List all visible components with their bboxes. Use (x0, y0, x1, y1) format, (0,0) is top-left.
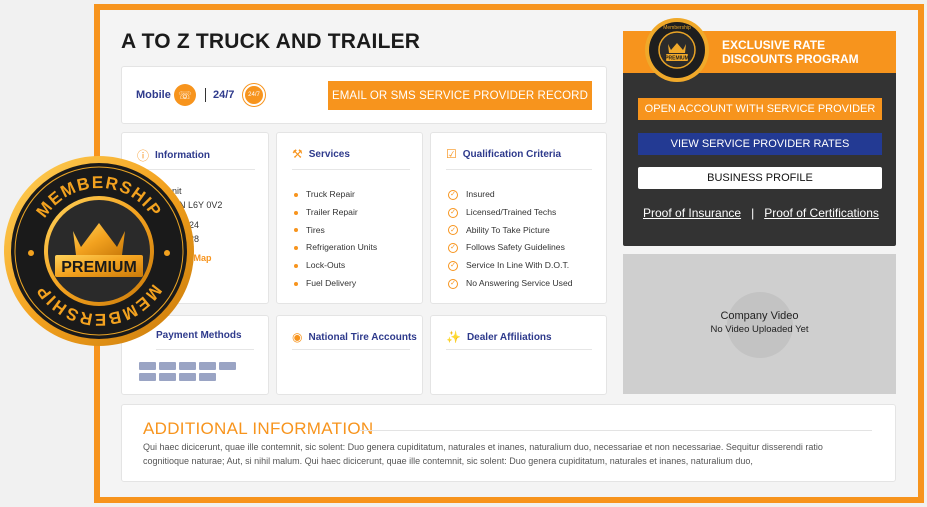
tires-title-text: National Tire Accounts (308, 331, 417, 343)
mastercard-icon (159, 362, 176, 370)
business-profile-button[interactable]: BUSINESS PROFILE (638, 167, 882, 189)
tires-title: ◉ National Tire Accounts (292, 330, 417, 344)
tire-icon: ◉ (292, 330, 303, 344)
dealer-affiliations-card: ✨ Dealer Affiliations (430, 315, 607, 395)
panel-title-line2: DISCOUNTS PROGRAM (722, 52, 859, 66)
additional-information-text: Qui haec dicicerunt, quae ille contemnit… (143, 442, 823, 466)
checklist-icon: ☑ (446, 147, 457, 161)
small-badge-premium-text: PREMIUM (665, 56, 689, 62)
list-item: ✓ Ability To Take Picture (448, 222, 573, 240)
contact-bar: Mobile ☏ 24/7 24/7 EMAIL OR SMS SERVICE … (121, 66, 607, 124)
list-item: ✓ Insured (448, 186, 573, 204)
services-title-text: Services (308, 148, 350, 160)
check-icon: ✓ (448, 189, 458, 200)
card-icon (199, 373, 216, 381)
proof-of-insurance-link[interactable]: Proof of Insurance (643, 206, 741, 220)
list-item: Tires (294, 222, 377, 240)
list-item: ✓ Licensed/Trained Techs (448, 204, 573, 222)
qualification-title-text: Qualification Criteria (462, 148, 562, 160)
underline (292, 349, 410, 350)
card-icon (179, 373, 196, 381)
underline (446, 349, 592, 350)
services-card: ⚒ Services Truck Repair Trailer Repair Ti… (276, 132, 423, 304)
list-item: ✓ No Answering Service Used (448, 275, 573, 293)
view-rates-button[interactable]: VIEW SERVICE PROVIDER RATES (638, 133, 882, 155)
list-item: Truck Repair (294, 186, 377, 204)
check-icon: ✓ (448, 225, 458, 236)
premium-membership-badge-icon: MEMBERSHIP MEMBERSHIP PREMIUM (4, 156, 194, 346)
hours-badge-icon: 24/7 (243, 84, 265, 106)
payment-card-logos (139, 362, 236, 381)
list-item: ✓ Service In Line With D.O.T. (448, 257, 573, 275)
video-status: No Video Uploaded Yet (710, 324, 809, 335)
list-item: Fuel Delivery (294, 275, 377, 293)
list-item: Trailer Repair (294, 204, 377, 222)
check-icon: ✓ (448, 243, 458, 254)
underline (292, 169, 410, 170)
title-rule (360, 430, 872, 431)
check-icon: ✓ (448, 278, 458, 289)
list-item: Refrigeration Units (294, 239, 377, 257)
list-item: Lock-Outs (294, 257, 377, 275)
card-icon (219, 362, 236, 370)
discover-icon (199, 362, 216, 370)
services-list: Truck Repair Trailer Repair Tires Refrig… (294, 186, 377, 293)
video-title: Company Video (720, 310, 799, 322)
amex-icon (179, 362, 196, 370)
proof-links: Proof of Insurance | Proof of Certificat… (643, 206, 879, 220)
list-item: ✓ Follows Safety Guidelines (448, 239, 573, 257)
mobile-label: Mobile (136, 89, 171, 101)
check-icon: ✓ (448, 261, 458, 272)
proof-of-certifications-link[interactable]: Proof of Certifications (764, 206, 879, 220)
national-tire-accounts-card: ◉ National Tire Accounts (276, 315, 423, 395)
qualification-list: ✓ Insured ✓ Licensed/Trained Techs ✓ Abilit… (448, 186, 573, 293)
additional-information-title: ADDITIONAL INFORMATION (143, 419, 374, 438)
underline (156, 349, 254, 350)
page-title: A TO Z TRUCK AND TRAILER (121, 30, 421, 53)
badge-premium-text: PREMIUM (61, 259, 137, 276)
handshake-icon: ✨ (446, 330, 461, 344)
visa-icon (139, 362, 156, 370)
dealer-title-text: Dealer Affiliations (466, 331, 552, 343)
card-icon (139, 373, 156, 381)
qualification-card: ☑ Qualification Criteria ✓ Insured ✓ Licens… (430, 132, 607, 304)
open-account-button[interactable]: OPEN ACCOUNT WITH SERVICE PROVIDER (638, 98, 882, 120)
services-title: ⚒ Services (292, 147, 350, 161)
underline (446, 169, 592, 170)
phone-icon[interactable]: ☏ (174, 84, 196, 106)
link-separator: | (751, 206, 755, 220)
dealer-title: ✨ Dealer Affiliations (446, 330, 552, 344)
additional-information-card: ADDITIONAL INFORMATION Qui haec diciceru… (121, 404, 896, 482)
panel-title-line1: EXCLUSIVE RATE (722, 38, 826, 52)
small-badge-membership-text: Membership (663, 25, 691, 31)
company-video-panel[interactable]: Company Video No Video Uploaded Yet (623, 254, 896, 394)
small-premium-badge-icon: PREMIUM Membership (645, 18, 709, 82)
email-sms-record-button[interactable]: EMAIL OR SMS SERVICE PROVIDER RECORD (328, 81, 592, 110)
wrench-hand-icon: ⚒ (292, 147, 303, 161)
card-icon (159, 373, 176, 381)
divider (205, 88, 206, 102)
panel-title: EXCLUSIVE RATE DISCOUNTS PROGRAM (722, 38, 859, 66)
hours-label: 24/7 (213, 89, 235, 101)
qualification-title: ☑ Qualification Criteria (446, 147, 561, 161)
check-icon: ✓ (448, 207, 458, 218)
